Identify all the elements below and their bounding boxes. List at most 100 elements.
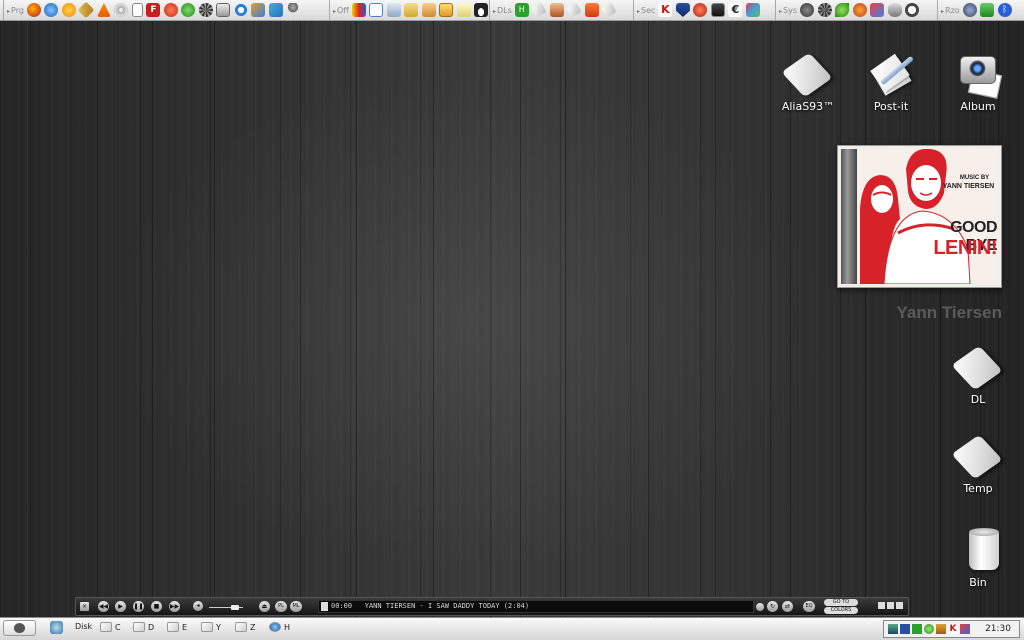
tile-icon[interactable] [601,2,617,18]
info-icon[interactable] [321,602,328,611]
drive-e[interactable]: E [167,622,187,632]
folder-icon[interactable] [421,3,436,17]
toolbar-group-label[interactable]: Prg [7,6,24,15]
network-icon[interactable] [962,3,977,17]
shuffle-button[interactable]: ⇄ [782,601,793,612]
eject-button[interactable]: ⏏ [259,601,270,612]
puzzle-icon[interactable] [268,3,283,17]
gear-icon[interactable] [198,3,213,17]
equalizer-button[interactable]: EQ [803,601,815,612]
repeat-button[interactable]: ↻ [767,601,778,612]
vpn-shield-icon[interactable] [745,3,760,17]
drive-tile-icon [951,434,1003,480]
media-player-icon[interactable] [61,3,76,17]
toolbar-group-label[interactable]: Sys [779,6,797,15]
finder-icon[interactable] [50,621,63,634]
drive-d[interactable]: D [133,622,154,632]
desktop-icon-album[interactable]: Album [948,50,1008,113]
edit-icon[interactable] [369,3,384,17]
stop-button[interactable]: ■ [151,601,162,612]
start-button[interactable] [3,620,36,636]
refresh-icon[interactable] [233,3,248,17]
filezilla-icon[interactable]: F [146,3,161,17]
tile-icon[interactable] [566,2,582,18]
volume-icon[interactable]: ◂ [193,601,203,611]
album-cover-widget[interactable]: MUSIC BY YANN TIERSEN GOOD BYE LENIN! [837,145,1002,288]
media-library-button[interactable]: ML [290,601,302,612]
toolbar-group-label[interactable]: Off [333,6,349,15]
antenna-icon[interactable] [980,3,995,17]
vlc-icon[interactable] [96,3,111,17]
seek-handle[interactable] [756,603,764,611]
desktop-icon-postit[interactable]: Post-it [861,50,921,113]
vault-icon[interactable] [710,3,725,17]
green-plus-icon[interactable] [181,3,196,17]
playlist-button[interactable]: PL [275,601,287,612]
previous-button[interactable]: ◀◀ [98,601,109,612]
folder-icon[interactable] [404,3,419,17]
desktop-icon-dl[interactable]: DL [948,343,1008,406]
colors-icon[interactable] [351,3,366,17]
tools-icon[interactable] [870,3,884,17]
goto-button[interactable]: GO TO [824,599,858,606]
drive-y[interactable]: Y [201,622,221,632]
note-icon[interactable] [456,3,471,17]
drive-tile-icon [951,345,1003,391]
desktop-icon-bin[interactable]: Bin [948,526,1008,589]
drive-h[interactable]: H [269,622,290,632]
drive-icon [167,622,179,632]
minimize-icon[interactable] [878,602,885,609]
cpu-icon[interactable] [852,3,867,17]
toolbar-group-label[interactable]: Rzo [941,6,960,15]
leaf-icon[interactable] [835,3,849,17]
disc-icon[interactable] [114,3,129,17]
drive-c[interactable]: C [100,622,121,632]
network-icon[interactable] [251,3,266,17]
colors-button[interactable]: COLORS [824,607,858,614]
red-app-icon[interactable] [163,3,178,17]
k-icon[interactable]: K [658,3,673,17]
k-tray-icon[interactable]: K [948,624,958,634]
euro-icon[interactable]: € [728,3,743,17]
pause-button[interactable]: ❚❚ [133,601,144,612]
volume-slider[interactable] [209,605,243,610]
ftp-icon[interactable] [78,1,95,19]
volume-slider-thumb[interactable] [231,605,239,610]
pdf-icon[interactable] [549,3,564,17]
clock-icon[interactable] [905,3,919,17]
shield-tray-icon[interactable] [900,624,910,634]
next-button[interactable]: ▶▶ [169,601,180,612]
network-tray-icon[interactable] [888,624,898,634]
shield-icon[interactable] [675,3,690,17]
desktop-icon-temp[interactable]: Temp [948,432,1008,495]
play-button[interactable]: ▶ [115,601,126,612]
download-icon[interactable]: H [514,3,529,17]
drive-icon[interactable] [887,3,902,17]
document-icon[interactable] [131,3,143,17]
tux-icon[interactable] [474,3,489,17]
pin-icon[interactable] [286,3,301,17]
photo-icon[interactable] [439,3,454,17]
wrench-icon[interactable] [800,3,814,17]
drive-z[interactable]: Z [235,622,255,632]
document-icon[interactable] [386,3,401,17]
folder-tray-icon[interactable] [936,624,946,634]
download-tray-icon[interactable] [912,624,922,634]
close-icon[interactable] [896,602,903,609]
shade-icon[interactable] [887,602,894,609]
disk-label: Disk [75,622,93,631]
toolbar-group-label[interactable]: DLs [493,6,512,15]
globe-icon[interactable] [44,3,59,17]
tile-icon[interactable] [531,2,547,18]
shield-tray-icon[interactable] [960,624,970,634]
bluetooth-icon[interactable]: ᛒ [997,3,1012,17]
leaf-tray-icon[interactable] [924,624,934,634]
close-icon[interactable]: × [80,602,89,611]
lock-icon[interactable] [693,3,708,17]
desktop-icon-alias[interactable]: AliaS93™ [778,50,838,113]
gear-icon[interactable] [817,3,832,17]
calculator-icon[interactable] [216,3,231,17]
acrobat-icon[interactable] [584,3,599,17]
firefox-icon[interactable] [26,3,41,17]
toolbar-group-label[interactable]: Sec [637,6,655,15]
